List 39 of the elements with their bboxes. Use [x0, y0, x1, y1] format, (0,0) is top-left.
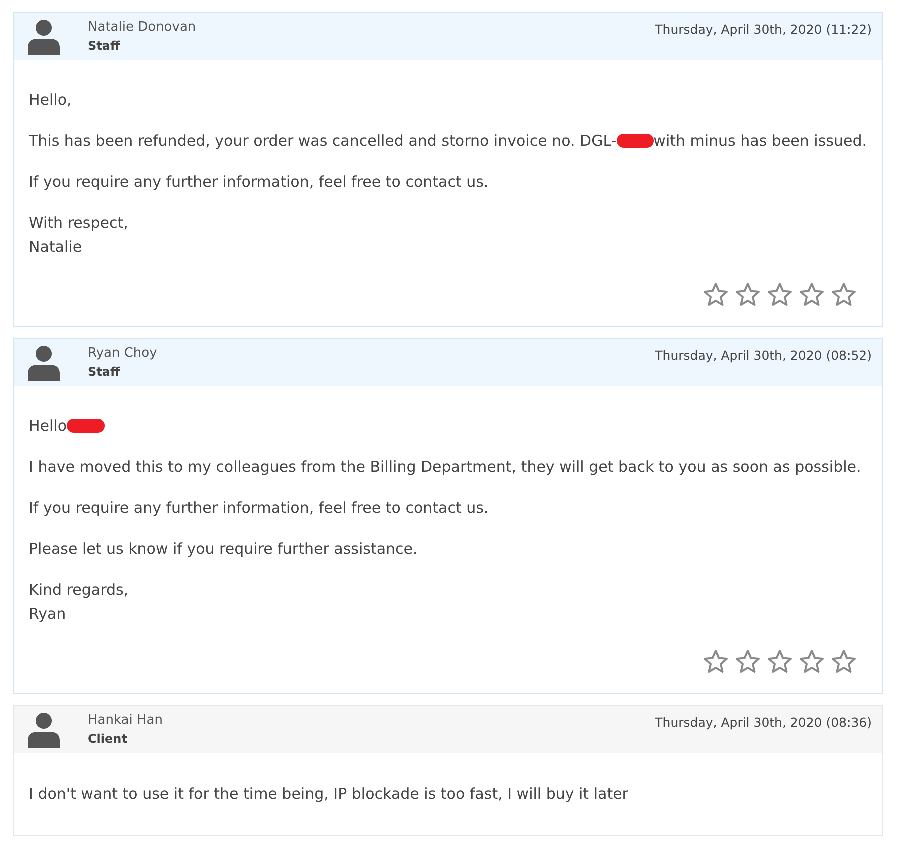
star-icon[interactable]: [799, 282, 825, 308]
reply-date: Thursday, April 30th, 2020 (11:22): [655, 22, 872, 37]
star-icon[interactable]: [703, 282, 729, 308]
user-icon: [28, 344, 60, 380]
redaction-mark: [616, 134, 654, 148]
message-text: I have moved this to my colleagues from the Billing Department, they will get back to you as soon as possible.: [29, 457, 862, 478]
message-text: Hello: [29, 416, 68, 437]
author-name: Natalie Donovan: [88, 18, 198, 36]
star-icon[interactable]: [831, 649, 857, 675]
message-text: I don't want to use it for the time being, IP blockade is too fast, I will buy it later: [29, 784, 628, 805]
star-icon[interactable]: [703, 649, 729, 675]
message-text: If you require any further information, feel free to contact us.: [29, 498, 489, 519]
star-rating[interactable]: [703, 649, 857, 675]
author-name: Hankai Han: [88, 712, 164, 730]
user-icon: [28, 18, 60, 54]
message-text: If you require any further information, feel free to contact us.: [29, 172, 489, 193]
message-text: Kind regards,: [29, 580, 129, 601]
reply-date: Thursday, April 30th, 2020 (08:52): [655, 348, 872, 363]
message-text: This has been refunded, your order was cancelled and storno invoice no. DGL-: [29, 131, 617, 152]
message-text: With respect,: [29, 213, 128, 234]
author-role: Staff: [88, 38, 122, 54]
reply-date: Thursday, April 30th, 2020 (08:36): [655, 715, 872, 730]
star-icon[interactable]: [799, 649, 825, 675]
message-text: Hello,: [29, 90, 72, 111]
star-icon[interactable]: [767, 649, 793, 675]
user-icon: [28, 712, 60, 748]
author-role: Staff: [88, 364, 122, 380]
author-role: Client: [88, 730, 128, 748]
author-name: Ryan Choy: [88, 344, 158, 362]
message-text: Please let us know if you require further assistance.: [29, 539, 418, 560]
star-rating[interactable]: [703, 282, 857, 308]
star-icon[interactable]: [735, 282, 761, 308]
star-icon[interactable]: [831, 282, 857, 308]
redaction-mark: [67, 419, 106, 433]
star-icon[interactable]: [767, 282, 793, 308]
message-text: with minus has been issued.: [654, 131, 867, 152]
message-text: Natalie: [29, 237, 82, 258]
star-icon[interactable]: [735, 649, 761, 675]
message-text: Ryan: [29, 604, 66, 625]
